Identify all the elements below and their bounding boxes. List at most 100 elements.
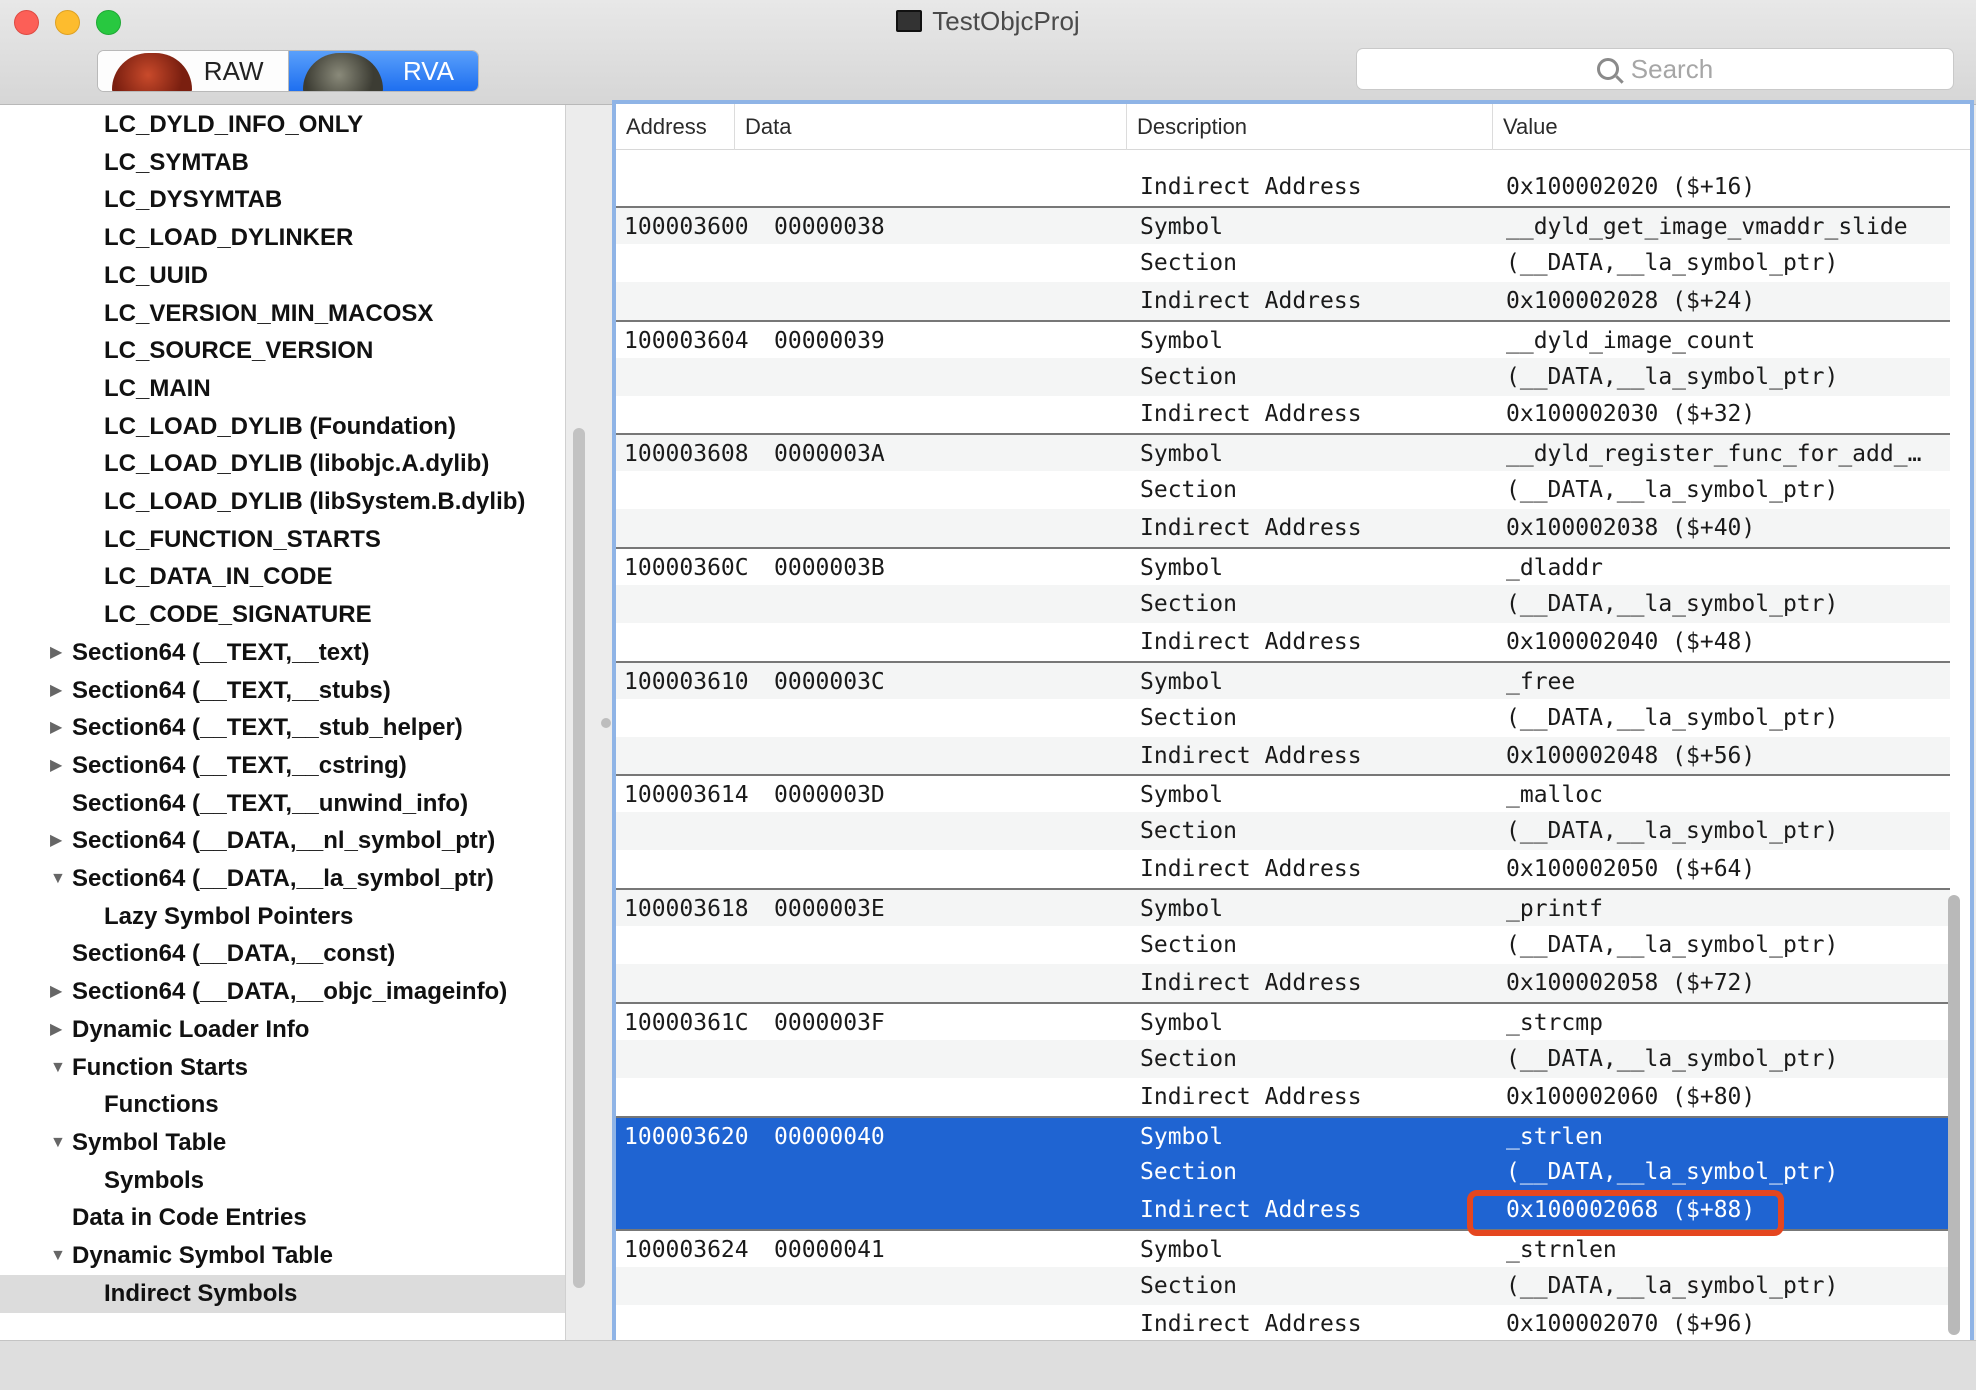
sidebar-item[interactable]: LC_DYSYMTAB [0, 181, 565, 219]
table-header: Address Data Description Value [616, 104, 1970, 150]
disclosure-triangle-icon[interactable]: ▶ [50, 634, 62, 672]
table-row[interactable]: Section (__DATA,__la_symbol_ptr) [616, 244, 1950, 282]
sidebar-item[interactable]: Symbols [0, 1162, 565, 1200]
cell-description: Indirect Address [1140, 1083, 1362, 1110]
sidebar-item[interactable]: LC_DYLD_INFO_ONLY [0, 106, 565, 144]
column-header-description[interactable]: Description [1126, 104, 1492, 150]
sidebar-item[interactable]: ▶ Section64 (__TEXT,__cstring) [0, 747, 565, 785]
sidebar-item-label: Section64 (__DATA,__objc_imageinfo) [72, 978, 508, 1006]
sidebar-item[interactable]: Functions [0, 1086, 565, 1124]
sidebar-item-label: Section64 (__DATA,__nl_symbol_ptr) [72, 827, 496, 855]
sidebar-item[interactable]: ▶ Section64 (__TEXT,__stubs) [0, 672, 565, 710]
sidebar-item[interactable]: Section64 (__DATA,__const) [0, 935, 565, 973]
sidebar-item[interactable]: ▼ Section64 (__DATA,__la_symbol_ptr) [0, 860, 565, 898]
disclosure-triangle-icon[interactable]: ▶ [50, 709, 62, 747]
cell-description: Indirect Address [1140, 287, 1362, 314]
table-row[interactable]: Section (__DATA,__la_symbol_ptr) [616, 812, 1950, 851]
sidebar-item[interactable]: LC_SOURCE_VERSION [0, 332, 565, 370]
column-header-value[interactable]: Value [1492, 104, 1970, 150]
rva-segment-button[interactable]: RVA [288, 51, 478, 91]
disclosure-triangle-icon[interactable]: ▶ [50, 672, 62, 710]
table-row[interactable]: Section (__DATA,__la_symbol_ptr) [616, 357, 1950, 396]
search-field[interactable]: Search [1356, 48, 1954, 90]
disclosure-triangle-icon[interactable]: ▼ [50, 1237, 66, 1275]
sidebar-item[interactable]: Indirect Symbols [0, 1274, 565, 1313]
sidebar-item[interactable]: ▼ Dynamic Symbol Table [0, 1237, 565, 1275]
disclosure-triangle-icon[interactable]: ▶ [50, 822, 62, 860]
cell-value: (__DATA,__la_symbol_ptr) [1506, 363, 1839, 390]
table-row[interactable]: 10000360C 0000003B Symbol _dladdr [616, 547, 1950, 585]
sidebar-item[interactable]: LC_LOAD_DYLIB (libobjc.A.dylib) [0, 445, 565, 483]
table-row[interactable]: 100003620 00000040 Symbol _strlen [616, 1115, 1950, 1154]
table-row[interactable]: Section (__DATA,__la_symbol_ptr) [616, 584, 1950, 623]
split-handle-icon[interactable] [601, 718, 611, 728]
disclosure-triangle-icon[interactable]: ▼ [50, 1049, 66, 1087]
table-body[interactable]: Indirect Address 0x100002020 ($+16) 100003… [616, 150, 1970, 1346]
table-row[interactable]: 100003610 0000003C Symbol _free [616, 660, 1950, 699]
sidebar-item[interactable]: ▶ Section64 (__TEXT,__stub_helper) [0, 709, 565, 747]
disclosure-triangle-icon[interactable]: ▼ [50, 1124, 66, 1162]
sidebar-item[interactable]: LC_SYMTAB [0, 144, 565, 182]
sidebar-item[interactable]: LC_DATA_IN_CODE [0, 558, 565, 596]
column-header-address[interactable]: Address [616, 104, 734, 150]
disclosure-triangle-icon[interactable]: ▶ [50, 747, 62, 785]
sidebar-item[interactable]: ▼ Symbol Table [0, 1124, 565, 1162]
annotation-highlight-ring [1467, 1190, 1784, 1236]
table-row[interactable]: Indirect Address 0x100002030 ($+32) [616, 395, 1950, 433]
sidebar-item[interactable]: Lazy Symbol Pointers [0, 898, 565, 936]
table-row[interactable]: 100003600 00000038 Symbol __dyld_get_image_… [616, 205, 1950, 244]
sidebar-item[interactable]: LC_VERSION_MIN_MACOSX [0, 295, 565, 333]
sidebar-item[interactable]: LC_LOAD_DYLIB (libSystem.B.dylib) [0, 483, 565, 521]
sidebar-item[interactable]: Data in Code Entries [0, 1199, 565, 1237]
table-row[interactable]: 100003618 0000003E Symbol _printf [616, 888, 1950, 927]
table-row[interactable]: Indirect Address 0x100002050 ($+64) [616, 850, 1950, 888]
raw-segment-button[interactable]: RAW [98, 51, 289, 91]
table-row[interactable]: Section (__DATA,__la_symbol_ptr) [616, 1153, 1950, 1192]
sidebar-item[interactable]: LC_LOAD_DYLIB (Foundation) [0, 408, 565, 446]
sidebar-item[interactable]: LC_MAIN [0, 370, 565, 408]
table-row[interactable]: Section (__DATA,__la_symbol_ptr) [616, 1039, 1950, 1078]
table-view[interactable]: Address Data Description Value Indirect … [612, 100, 1974, 1350]
sidebar-item[interactable]: ▶ Section64 (__DATA,__objc_imageinfo) [0, 973, 565, 1011]
sidebar-scrollbar[interactable] [573, 428, 585, 1288]
table-row[interactable]: Section (__DATA,__la_symbol_ptr) [616, 471, 1950, 509]
sidebar-item[interactable]: LC_CODE_SIGNATURE [0, 596, 565, 634]
raw-rva-segmented-control[interactable]: RAW RVA [97, 50, 479, 92]
table-row[interactable]: Indirect Address 0x100002060 ($+80) [616, 1078, 1950, 1116]
disclosure-triangle-icon[interactable]: ▼ [50, 860, 66, 898]
sidebar-item[interactable]: Section64 (__TEXT,__unwind_info) [0, 785, 565, 823]
table-row[interactable]: 100003614 0000003D Symbol _malloc [616, 774, 1950, 812]
table-row[interactable]: Indirect Address 0x100002020 ($+16) [616, 168, 1950, 206]
table-row[interactable]: Indirect Address 0x100002028 ($+24) [616, 281, 1950, 320]
rva-thumbnail-icon [302, 53, 383, 91]
table-row[interactable]: Section (__DATA,__la_symbol_ptr) [616, 1267, 1950, 1306]
sidebar-item[interactable]: LC_FUNCTION_STARTS [0, 521, 565, 559]
disclosure-triangle-icon[interactable]: ▶ [50, 973, 62, 1011]
table-row[interactable]: Indirect Address 0x100002038 ($+40) [616, 509, 1950, 548]
sidebar-item-label: Section64 (__DATA,__la_symbol_ptr) [72, 865, 494, 892]
disclosure-triangle-icon[interactable]: ▶ [50, 1011, 62, 1049]
table-row[interactable]: 100003608 0000003A Symbol __dyld_register_f… [616, 433, 1950, 472]
sidebar-item[interactable]: LC_LOAD_DYLINKER [0, 219, 565, 257]
sidebar-item-label: LC_UUID [104, 261, 209, 289]
table-row[interactable]: Indirect Address 0x100002058 ($+72) [616, 963, 1950, 1002]
table-row[interactable]: 100003604 00000039 Symbol __dyld_image_coun… [616, 319, 1950, 358]
table-scrollbar[interactable] [1948, 895, 1960, 1335]
cell-value: 0x100002020 ($+16) [1506, 174, 1756, 200]
table-row[interactable]: Indirect Address 0x100002070 ($+96) [616, 1305, 1950, 1343]
column-header-data[interactable]: Data [734, 104, 1126, 150]
sidebar-item[interactable]: ▶ Section64 (__TEXT,__text) [0, 634, 565, 672]
table-row[interactable]: Indirect Address 0x100002048 ($+56) [616, 736, 1950, 775]
table-row[interactable]: Section (__DATA,__la_symbol_ptr) [616, 926, 1950, 964]
sidebar-item[interactable]: ▼ Function Starts [0, 1049, 565, 1087]
table-row[interactable]: Indirect Address 0x100002040 ($+48) [616, 623, 1950, 661]
sidebar-tree[interactable]: LC_DYLD_INFO_ONLY LC_SYMTAB LC_DYSYMTAB LC_… [0, 105, 566, 1340]
sidebar-item[interactable]: ▶ Dynamic Loader Info [0, 1011, 565, 1049]
table-row[interactable]: Section (__DATA,__la_symbol_ptr) [616, 699, 1950, 737]
sidebar-item-label: LC_FUNCTION_STARTS [104, 525, 381, 553]
cell-data: 0000003C [774, 668, 885, 695]
table-row[interactable]: 10000361C 0000003F Symbol _strcmp [616, 1001, 1950, 1040]
sidebar-item[interactable]: LC_UUID [0, 257, 565, 295]
sidebar-item[interactable]: ▶ Section64 (__DATA,__nl_symbol_ptr) [0, 822, 565, 860]
cell-value: 0x100002058 ($+72) [1506, 969, 1756, 996]
